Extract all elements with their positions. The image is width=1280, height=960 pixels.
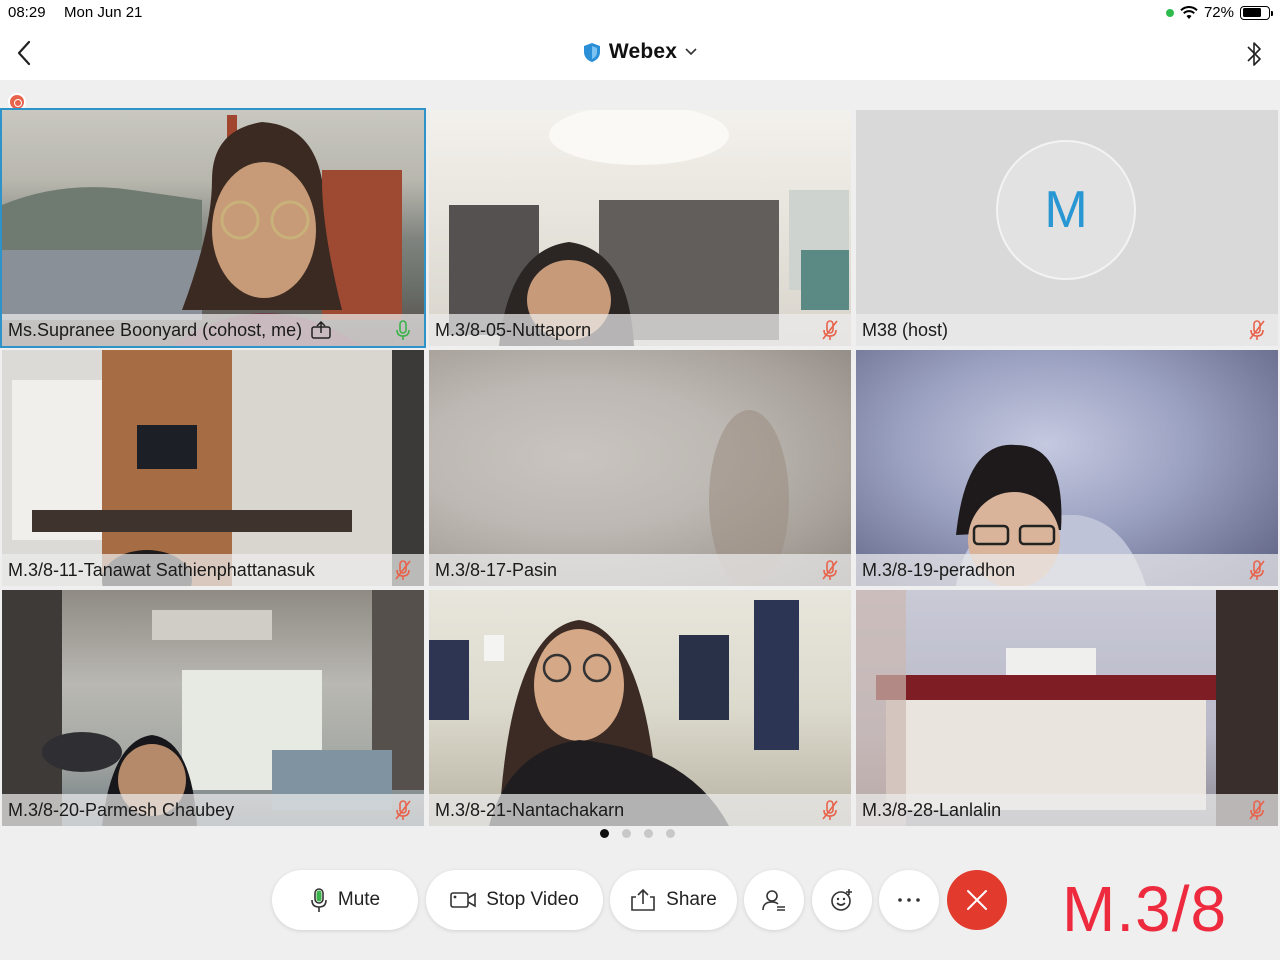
mute-button[interactable]: Mute bbox=[272, 870, 418, 930]
leave-meeting-button[interactable] bbox=[947, 870, 1007, 930]
class-label-overlay: M.3/8 bbox=[1062, 873, 1228, 945]
video-scene bbox=[2, 350, 424, 586]
mic-muted-icon bbox=[822, 320, 838, 340]
page-dot[interactable] bbox=[622, 829, 631, 838]
participant-tile[interactable]: M M38 (host) bbox=[856, 110, 1278, 346]
video-camera-icon bbox=[450, 892, 476, 908]
chevron-down-icon bbox=[685, 48, 697, 56]
video-scene bbox=[956, 444, 1146, 586]
participant-tile[interactable]: M.3/8-28-Lanlalin bbox=[856, 590, 1278, 826]
shield-icon bbox=[583, 42, 600, 62]
battery-percent: 72% bbox=[1203, 4, 1234, 21]
participant-name-bar: M38 (host) bbox=[856, 314, 1278, 346]
app-title: Webex bbox=[608, 40, 678, 63]
participant-name-bar: M.3/8-05-Nuttaporn bbox=[429, 314, 851, 346]
video-scene bbox=[2, 590, 424, 826]
avatar: M bbox=[996, 140, 1136, 280]
participant-name-bar: M.3/8-21-Nantachakarn bbox=[429, 794, 851, 826]
participant-name: M.3/8-20-Parmesh Chaubey bbox=[8, 799, 235, 820]
participant-name: M.3/8-05-Nuttaporn bbox=[435, 319, 592, 340]
video-scene bbox=[709, 410, 789, 586]
smiley-icon bbox=[831, 889, 852, 911]
avatar-initial: M bbox=[1044, 181, 1088, 239]
mic-muted-icon bbox=[1249, 560, 1265, 580]
share-icon bbox=[311, 321, 331, 339]
page-dot-current[interactable] bbox=[600, 829, 609, 838]
status-bar: 08:29 Mon Jun 21 72% bbox=[0, 0, 1280, 26]
mic-muted-icon bbox=[822, 560, 838, 580]
share-label: Share bbox=[666, 889, 717, 910]
participant-tile[interactable]: M.3/8-20-Parmesh Chaubey bbox=[2, 590, 424, 826]
video-scene bbox=[2, 115, 402, 346]
mute-label: Mute bbox=[337, 889, 381, 910]
mic-on-icon bbox=[396, 320, 410, 340]
meeting-title-dropdown[interactable]: Webex bbox=[0, 40, 1280, 64]
participant-name: M.3/8-28-Lanlalin bbox=[862, 799, 1002, 820]
participant-name-bar: M.3/8-11-Tanawat Sathienphattanasuk bbox=[2, 554, 424, 586]
video-scene bbox=[429, 600, 799, 826]
participants-button[interactable] bbox=[744, 870, 804, 930]
more-options-button[interactable] bbox=[879, 870, 939, 930]
mic-muted-icon bbox=[395, 560, 411, 580]
participant-tile[interactable]: M.3/8-19-peradhon bbox=[856, 350, 1278, 586]
participant-name-bar: Ms.Supranee Boonyard (cohost, me) bbox=[2, 314, 424, 346]
reactions-button[interactable] bbox=[812, 870, 872, 930]
participant-tile[interactable]: M.3/8-17-Pasin bbox=[429, 350, 851, 586]
participant-tile[interactable]: Ms.Supranee Boonyard (cohost, me) bbox=[0, 108, 426, 348]
page-dot[interactable] bbox=[666, 829, 675, 838]
participant-name: Ms.Supranee Boonyard (cohost, me) bbox=[8, 319, 303, 340]
status-date: Mon Jun 21 bbox=[64, 4, 143, 21]
video-grid: Ms.Supranee Boonyard (cohost, me) M.3/8-… bbox=[0, 108, 1280, 828]
participant-tile[interactable]: M.3/8-05-Nuttaporn bbox=[429, 110, 851, 346]
participant-tile[interactable]: M.3/8-11-Tanawat Sathienphattanasuk bbox=[2, 350, 424, 586]
participant-name: M38 (host) bbox=[862, 319, 949, 340]
mic-muted-icon bbox=[1249, 320, 1265, 340]
mic-muted-icon bbox=[395, 800, 411, 820]
close-icon bbox=[967, 890, 987, 910]
participant-name: M.3/8-21-Nantachakarn bbox=[435, 799, 625, 820]
stop-video-button[interactable]: Stop Video bbox=[426, 870, 603, 930]
more-icon bbox=[898, 898, 920, 902]
participant-name: M.3/8-17-Pasin bbox=[435, 559, 558, 580]
status-indicators: 72% bbox=[1165, 4, 1273, 21]
participant-tile[interactable]: M.3/8-21-Nantachakarn bbox=[429, 590, 851, 826]
page-indicator[interactable] bbox=[600, 829, 675, 838]
status-time: 08:29 bbox=[8, 4, 46, 21]
share-icon bbox=[631, 889, 655, 911]
participants-icon bbox=[762, 890, 785, 911]
participant-name-bar: M.3/8-19-peradhon bbox=[856, 554, 1278, 586]
participant-name-bar: M.3/8-28-Lanlalin bbox=[856, 794, 1278, 826]
participant-name-bar: M.3/8-17-Pasin bbox=[429, 554, 851, 586]
battery-icon bbox=[1240, 5, 1273, 20]
wifi-icon bbox=[1180, 5, 1198, 19]
bluetooth-icon[interactable] bbox=[1242, 38, 1266, 70]
share-button[interactable]: Share bbox=[610, 870, 737, 930]
video-scene bbox=[856, 590, 1278, 826]
participant-name: M.3/8-19-peradhon bbox=[862, 559, 1016, 580]
mic-muted-icon bbox=[822, 800, 838, 820]
participant-name-bar: M.3/8-20-Parmesh Chaubey bbox=[2, 794, 424, 826]
video-scene bbox=[449, 110, 849, 346]
mic-muted-icon bbox=[1249, 800, 1265, 820]
page-dot[interactable] bbox=[644, 829, 653, 838]
stop-video-label: Stop Video bbox=[486, 889, 579, 910]
meeting-nav-bar: Webex bbox=[0, 26, 1280, 80]
microphone-icon bbox=[311, 888, 327, 912]
participant-name: M.3/8-11-Tanawat Sathienphattanasuk bbox=[8, 559, 315, 580]
camera-in-use-dot bbox=[1165, 8, 1174, 17]
